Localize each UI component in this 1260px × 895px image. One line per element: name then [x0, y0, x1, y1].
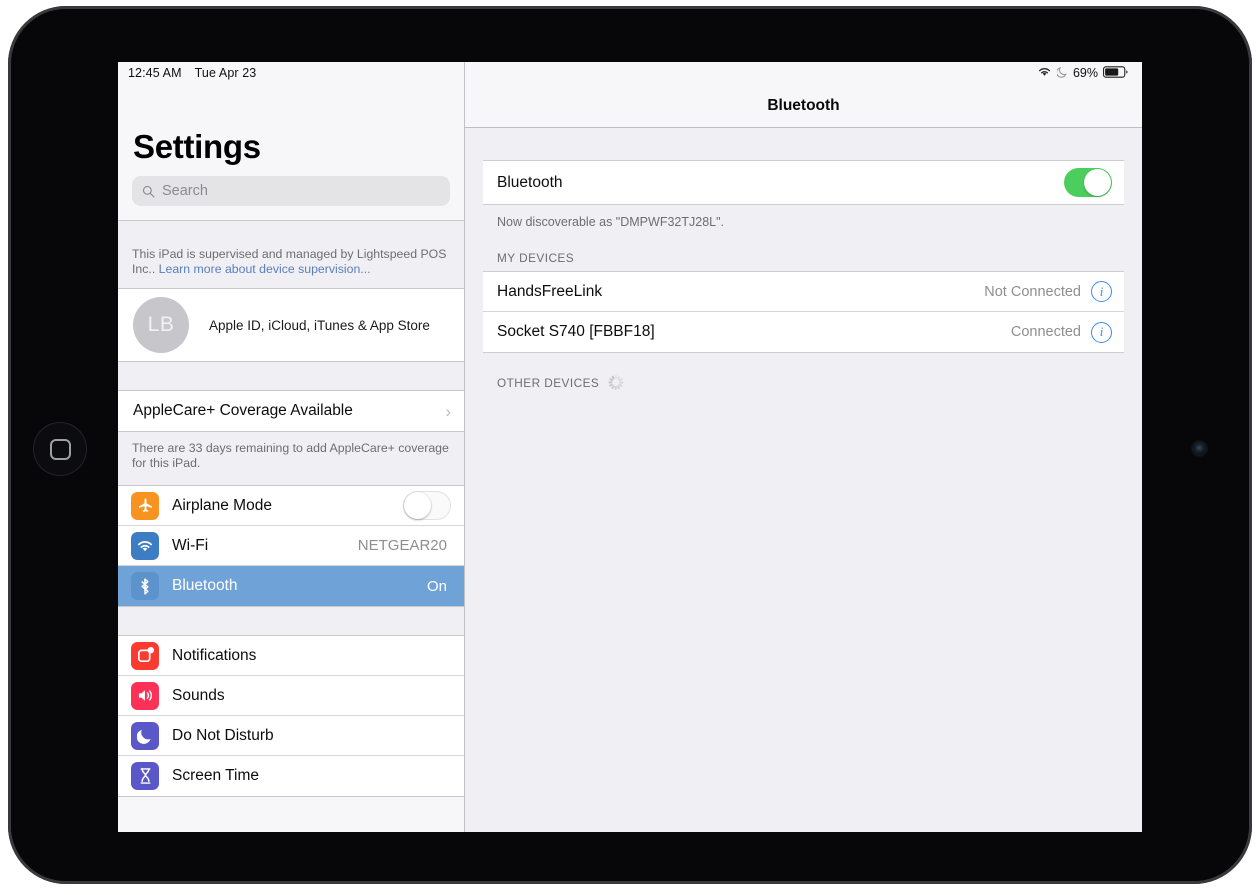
sidebar-item-bluetooth[interactable]: BluetoothOn	[118, 566, 464, 606]
sidebar-item-label: Airplane Mode	[172, 497, 403, 515]
settings-sidebar: 12:45 AM Tue Apr 23 Settings Search This…	[118, 62, 465, 832]
group-gap-1	[118, 362, 464, 390]
status-bar-left: 12:45 AM Tue Apr 23	[118, 62, 464, 84]
applecare-note: There are 33 days remaining to add Apple…	[118, 432, 464, 485]
moon-icon	[1057, 66, 1068, 81]
wifi-icon	[131, 532, 159, 560]
status-bar-date: Tue Apr 23	[195, 66, 257, 80]
detail-body: Bluetooth Now discoverable as "DMPWF32TJ…	[465, 128, 1142, 396]
sidebar-item-label: Screen Time	[172, 767, 451, 785]
bluetooth-toggle-row[interactable]: Bluetooth	[483, 161, 1124, 204]
supervision-notice: This iPad is supervised and managed by L…	[118, 220, 464, 288]
notifications-group: Notifications Sounds Do Not Disturb Screen …	[118, 635, 464, 797]
detail-nav-title: Bluetooth	[767, 97, 839, 115]
other-devices-header: OTHER DEVICES	[483, 353, 1124, 396]
my-devices-header-label: MY DEVICES	[497, 251, 574, 265]
toggle-knob	[404, 492, 431, 519]
detail-top-spacer	[483, 128, 1124, 160]
moon-icon	[131, 722, 159, 750]
bluetooth-toggle-switch[interactable]	[1064, 168, 1112, 197]
bluetooth-toggle-label: Bluetooth	[497, 174, 1064, 192]
sidebar-item-value: On	[427, 578, 447, 595]
sidebar-item-sounds[interactable]: Sounds	[118, 676, 464, 716]
avatar: LB	[133, 297, 189, 353]
apple-id-label: Apple ID, iCloud, iTunes & App Store	[209, 318, 430, 333]
hourglass-icon	[131, 762, 159, 790]
battery-icon	[1103, 66, 1129, 81]
applecare-group: AppleCare+ Coverage Available ›	[118, 390, 464, 432]
my-devices-header: MY DEVICES	[483, 229, 1124, 271]
sounds-icon	[131, 682, 159, 710]
info-icon[interactable]: i	[1091, 322, 1112, 343]
sidebar-item-value: NETGEAR20	[358, 537, 447, 554]
bluetooth-device-name: Socket S740 [FBBF18]	[497, 323, 1011, 341]
chevron-right-icon: ›	[445, 403, 451, 420]
home-button[interactable]	[33, 422, 87, 476]
applecare-row[interactable]: AppleCare+ Coverage Available ›	[118, 391, 464, 431]
sidebar-item-notifications[interactable]: Notifications	[118, 636, 464, 676]
supervision-learn-more-link[interactable]: Learn more about device supervision...	[159, 262, 371, 276]
bluetooth-toggle-card: Bluetooth	[483, 160, 1124, 205]
sidebar-item-label: Wi-Fi	[172, 537, 358, 555]
sidebar-item-label: Notifications	[172, 647, 451, 665]
other-devices-header-label: OTHER DEVICES	[497, 376, 599, 390]
search-placeholder: Search	[162, 183, 208, 199]
sidebar-item-label: Sounds	[172, 687, 451, 705]
search-input[interactable]: Search	[132, 176, 450, 206]
bluetooth-icon	[131, 572, 159, 600]
connectivity-group: Airplane ModeWi-FiNETGEAR20BluetoothOn	[118, 485, 464, 607]
status-bar-right: 69%	[465, 62, 1142, 84]
bluetooth-device-status: Connected	[1011, 324, 1081, 340]
group-gap-2	[118, 607, 464, 635]
apple-id-row[interactable]: LB Apple ID, iCloud, iTunes & App Store	[118, 289, 464, 361]
apple-id-group: LB Apple ID, iCloud, iTunes & App Store	[118, 288, 464, 362]
sidebar-item-do-not-disturb[interactable]: Do Not Disturb	[118, 716, 464, 756]
toggle-knob	[1084, 169, 1111, 196]
sidebar-item-label: Do Not Disturb	[172, 727, 451, 745]
page-title: Settings	[118, 84, 464, 176]
activity-spinner	[608, 375, 623, 390]
bluetooth-device-name: HandsFreeLink	[497, 283, 984, 301]
airplane-mode-toggle[interactable]	[403, 491, 451, 520]
sidebar-item-label: Bluetooth	[172, 577, 427, 595]
info-icon[interactable]: i	[1091, 281, 1112, 302]
status-bar-time: 12:45 AM	[128, 66, 182, 80]
battery-percent: 69%	[1073, 66, 1098, 80]
search-icon	[142, 185, 155, 198]
applecare-label: AppleCare+ Coverage Available	[133, 402, 445, 420]
sidebar-item-screen-time[interactable]: Screen Time	[118, 756, 464, 796]
home-button-glyph	[50, 439, 71, 460]
notifications-icon	[131, 642, 159, 670]
bluetooth-device-row[interactable]: Socket S740 [FBBF18]Connected i	[483, 312, 1124, 352]
bluetooth-device-status: Not Connected	[984, 284, 1081, 300]
bluetooth-device-row[interactable]: HandsFreeLinkNot Connected i	[483, 272, 1124, 312]
airplane-icon	[131, 492, 159, 520]
search-wrapper: Search	[118, 176, 464, 220]
ipad-screen: 12:45 AM Tue Apr 23 Settings Search This…	[118, 62, 1142, 832]
sidebar-item-airplane-mode[interactable]: Airplane Mode	[118, 486, 464, 526]
detail-nav-bar: Bluetooth	[465, 84, 1142, 128]
sidebar-item-wi-fi[interactable]: Wi-FiNETGEAR20	[118, 526, 464, 566]
wifi-icon	[1037, 66, 1052, 80]
my-devices-list: HandsFreeLinkNot ConnectediSocket S740 […	[483, 271, 1124, 353]
front-camera	[1193, 442, 1206, 455]
discoverable-note: Now discoverable as "DMPWF32TJ28L".	[483, 205, 1124, 229]
bluetooth-detail-pane: 69% Bluetooth Bluetooth Now discoverable…	[465, 62, 1142, 832]
